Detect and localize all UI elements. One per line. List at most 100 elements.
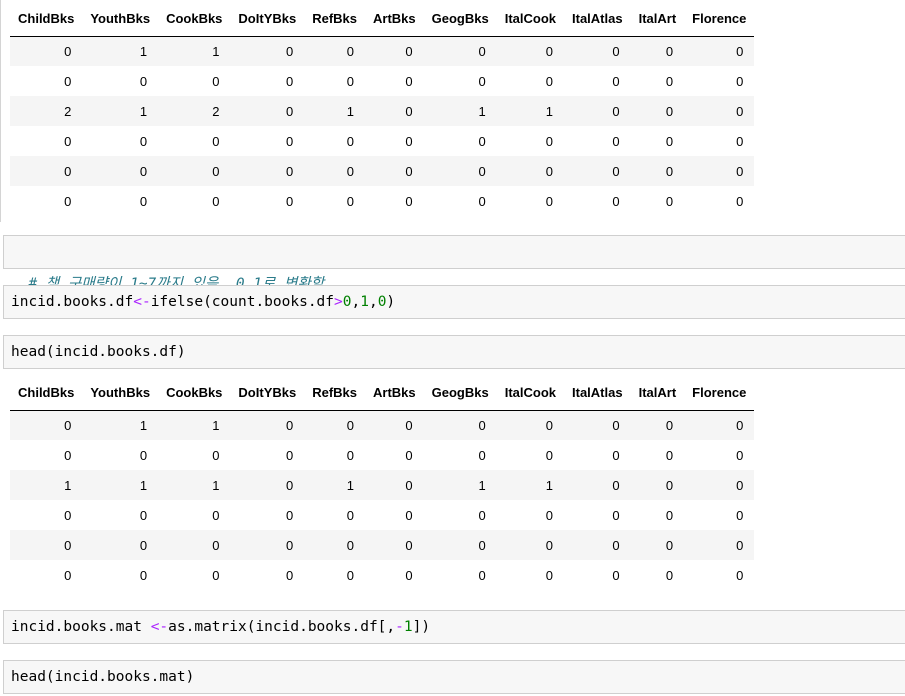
code-cell-as-matrix[interactable]: incid.books.mat <-as.matrix(incid.books.… — [3, 610, 905, 644]
code-token: ifelse(count.books.df — [150, 294, 335, 310]
table-cell: 0 — [665, 447, 674, 463]
table-cell: 0 — [212, 447, 220, 463]
column-header: Florence — [684, 376, 755, 411]
table-cell: 1 — [496, 96, 565, 126]
table-cell: 0 — [365, 156, 424, 186]
column-header: CookBks — [158, 2, 231, 37]
code-token: incid.books.mat — [11, 619, 151, 635]
table-row: 00000000000 — [10, 156, 755, 186]
table-cell: 0 — [304, 410, 366, 440]
table-cell: 0 — [82, 530, 159, 560]
table-cell: 0 — [365, 530, 424, 560]
table-cell: 0 — [630, 470, 685, 500]
table-cell: 0 — [736, 193, 744, 209]
table-cell: 0 — [564, 470, 631, 500]
table-body: 0110000000000000000000212010110000000000… — [10, 36, 755, 216]
table-cell: 0 — [684, 410, 755, 440]
table-cell: 0 — [405, 567, 413, 583]
table-cell: 0 — [405, 133, 413, 149]
table-cell: 0 — [346, 567, 355, 583]
table-cell: 0 — [630, 530, 685, 560]
table-cell: 0 — [478, 73, 486, 89]
table-row: 00000000000 — [10, 186, 754, 216]
assign-operator: <- — [150, 619, 169, 635]
table-cell: 0 — [478, 507, 486, 523]
code-token: incid.books.df — [11, 294, 134, 310]
table-cell: 2 — [10, 96, 83, 126]
table-cell: 1 — [82, 36, 159, 66]
table-cell: 1 — [304, 96, 366, 126]
code-token: , — [368, 294, 378, 310]
table-cell: 0 — [158, 530, 231, 560]
column-header: ItalArt — [630, 376, 685, 411]
compare-operator: > — [334, 294, 343, 310]
table-row: 21201011000 — [10, 96, 755, 126]
table-cell: 0 — [545, 507, 554, 523]
column-header: YouthBks — [82, 376, 159, 411]
table-cell: 0 — [230, 36, 305, 66]
table-cell: 0 — [478, 567, 486, 583]
table-cell: 0 — [139, 73, 148, 89]
table-cell: 0 — [496, 410, 565, 440]
table-cell: 0 — [665, 193, 674, 209]
table-cell: 0 — [545, 193, 554, 209]
table-cell: 0 — [365, 36, 424, 66]
table-cell: 0 — [139, 447, 148, 463]
table-row: 00000000000 — [10, 126, 754, 156]
table-cell: 0 — [630, 96, 685, 126]
table-cell: 0 — [423, 410, 497, 440]
table-cell: 0 — [10, 530, 83, 560]
table-cell: 0 — [212, 193, 220, 209]
table-cell: 1 — [158, 36, 231, 66]
table-cell: 0 — [478, 133, 486, 149]
table-cell: 0 — [304, 530, 366, 560]
table-cell: 0 — [612, 193, 620, 209]
table-cell: 0 — [545, 567, 554, 583]
table-cell: 0 — [630, 156, 685, 186]
assign-operator: <- — [133, 294, 151, 310]
code-token: , — [351, 294, 361, 310]
table-cell: 0 — [230, 410, 305, 440]
table-cell: 0 — [82, 156, 159, 186]
column-header: GeogBks — [423, 2, 497, 37]
table-cell: 1 — [158, 470, 231, 500]
table-cell: 0 — [496, 36, 565, 66]
code-token: as.matrix(incid.books.df[, — [168, 619, 396, 635]
code-cell-ifelse[interactable]: incid.books.df<-ifelse(count.books.df>0,… — [3, 285, 905, 319]
column-header: RefBks — [304, 2, 366, 37]
column-header: RefBks — [304, 376, 366, 411]
table-cell: 0 — [478, 193, 486, 209]
table-row: 00000000000 — [10, 440, 754, 470]
table-cell: 0 — [64, 447, 72, 463]
column-header: ItalCook — [496, 2, 565, 37]
code-token: head(incid.books.mat) — [11, 669, 195, 685]
table-cell: 0 — [564, 530, 631, 560]
table-row: 01100000000 — [10, 410, 755, 440]
table-cell: 0 — [405, 507, 413, 523]
column-header: ItalCook — [496, 376, 565, 411]
code-cell-head-mat[interactable]: head(incid.books.mat) — [3, 660, 905, 694]
column-header: GeogBks — [423, 376, 497, 411]
code-token: ) — [386, 294, 396, 310]
column-header: ChildBks — [10, 376, 83, 411]
table-cell: 0 — [285, 507, 294, 523]
table-cell: 0 — [423, 530, 497, 560]
table-cell: 0 — [10, 156, 83, 186]
table-cell: 0 — [139, 193, 148, 209]
table-cell: 0 — [139, 133, 148, 149]
table-cell: 0 — [684, 470, 755, 500]
table-cell: 0 — [684, 36, 755, 66]
table-cell: 0 — [346, 133, 355, 149]
code-cell-head-df[interactable]: head(incid.books.df) — [3, 335, 905, 369]
table-cell: 0 — [684, 156, 755, 186]
table-cell: 0 — [230, 156, 305, 186]
table-body: 0110000000000000000000111010110000000000… — [10, 410, 755, 590]
table-cell: 0 — [405, 447, 413, 463]
table-cell: 0 — [64, 133, 72, 149]
table-cell: 0 — [212, 73, 220, 89]
table-cell: 0 — [304, 36, 366, 66]
table-cell: 0 — [736, 133, 744, 149]
table-cell: 0 — [564, 410, 631, 440]
markdown-cell-comment[interactable]: # 책 구매량이 1~7까지 있음. 0,1로 변환함 — [3, 235, 905, 292]
table-cell: 1 — [82, 96, 159, 126]
